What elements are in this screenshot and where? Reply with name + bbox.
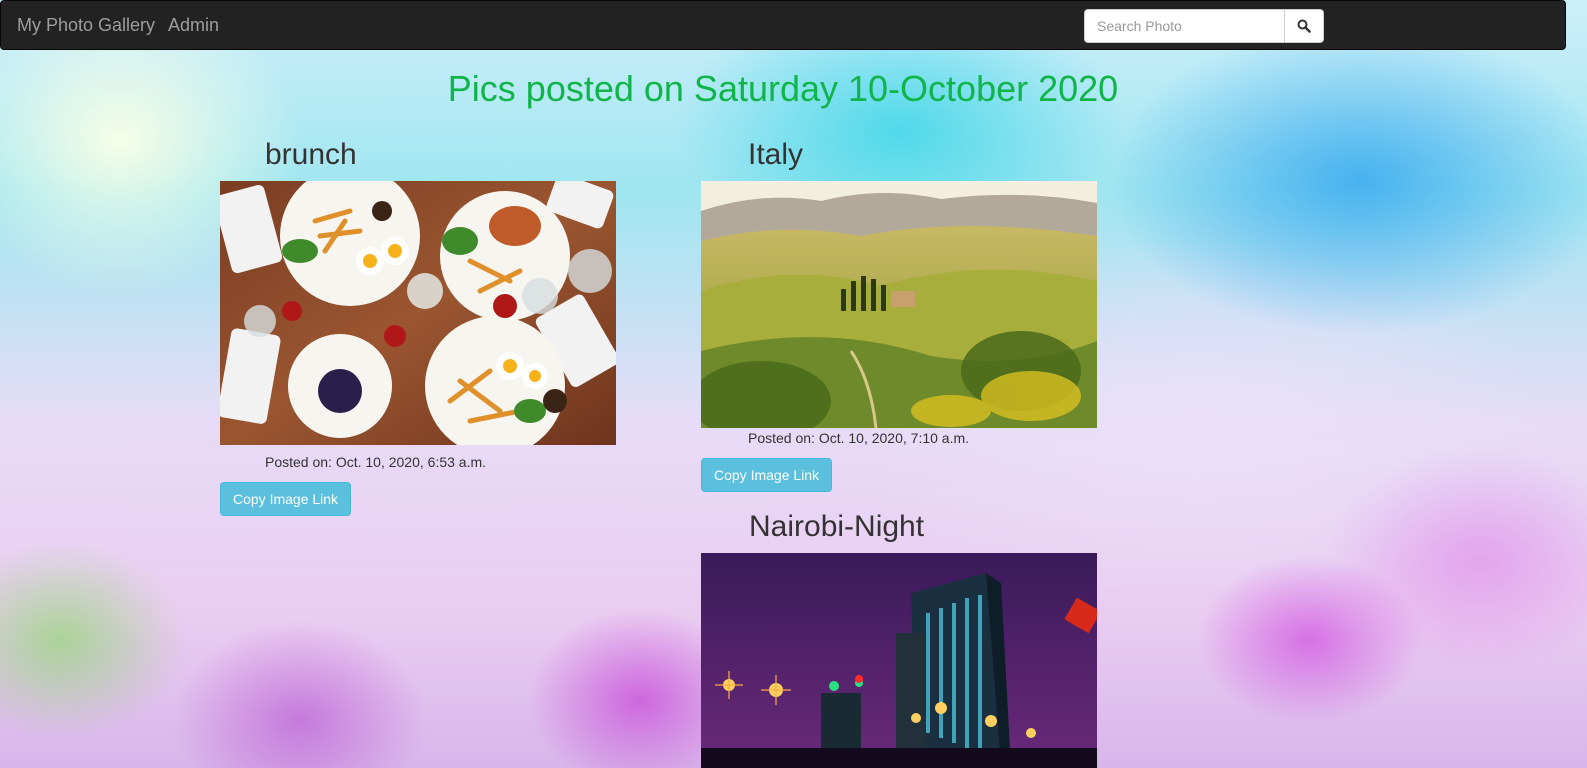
photo-card-italy: Italy Posted on: Oct. 10, 2020, 7:10 a.m… bbox=[701, 138, 1097, 492]
photo-image-nairobi-night[interactable] bbox=[701, 553, 1097, 768]
photo-title: Italy bbox=[748, 138, 804, 171]
photo-title: Nairobi-Night bbox=[749, 510, 925, 543]
brand-link[interactable]: My Photo Gallery bbox=[17, 15, 155, 36]
search-input[interactable] bbox=[1084, 9, 1285, 43]
copy-image-link-button[interactable]: Copy Image Link bbox=[701, 458, 833, 492]
photo-card-nairobi-night: Nairobi-Night bbox=[701, 510, 1097, 768]
photo-card-brunch: brunch Posted on: Oct. 10, 2020, 6:53 a.… bbox=[220, 138, 616, 516]
search-form bbox=[1084, 9, 1324, 43]
search-button[interactable] bbox=[1285, 9, 1324, 43]
search-icon bbox=[1297, 19, 1311, 33]
photo-image-brunch[interactable] bbox=[220, 181, 616, 445]
copy-image-link-button[interactable]: Copy Image Link bbox=[220, 482, 352, 516]
posted-date: Posted on: Oct. 10, 2020, 7:10 a.m. bbox=[748, 430, 970, 446]
photo-title: brunch bbox=[265, 138, 357, 171]
admin-link[interactable]: Admin bbox=[168, 15, 219, 36]
photo-image-italy[interactable] bbox=[701, 181, 1097, 428]
page-title: Pics posted on Saturday 10-October 2020 bbox=[447, 68, 1119, 109]
navbar: My Photo Gallery Admin bbox=[0, 0, 1566, 50]
posted-date: Posted on: Oct. 10, 2020, 6:53 a.m. bbox=[265, 454, 487, 470]
